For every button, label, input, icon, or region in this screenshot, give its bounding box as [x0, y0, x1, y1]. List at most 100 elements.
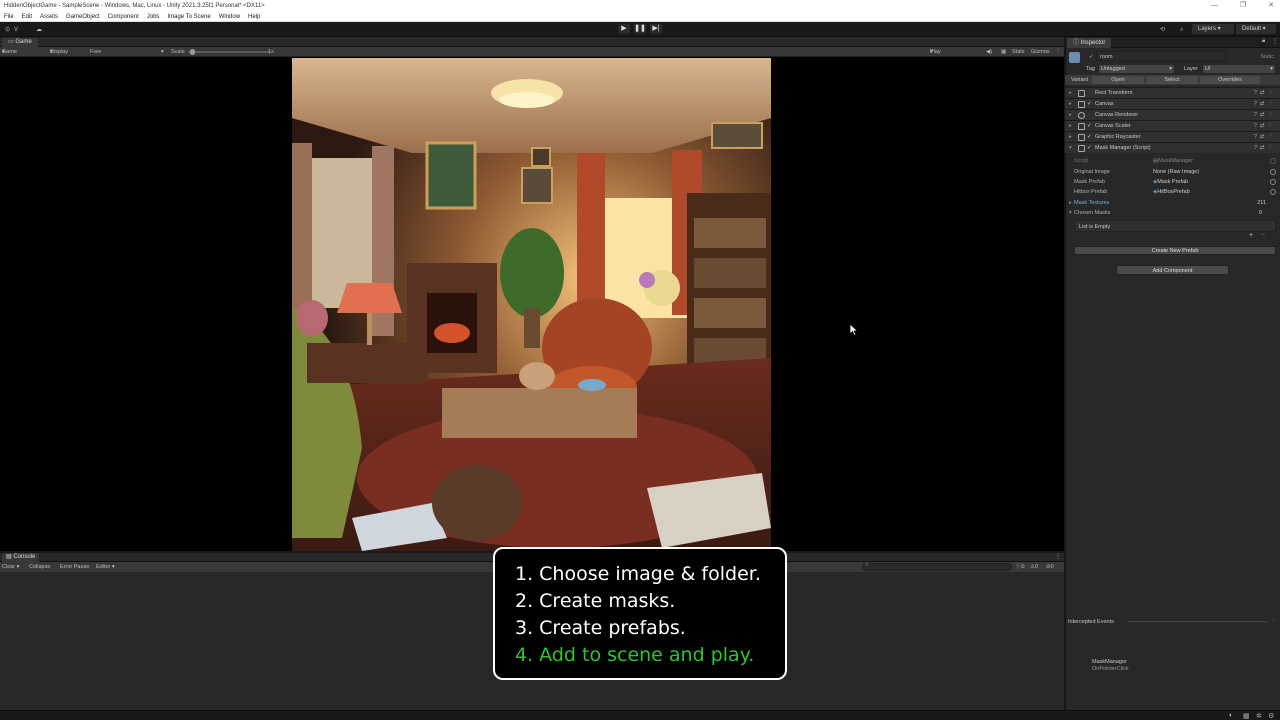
- cloud-icon[interactable]: ☁: [36, 25, 42, 35]
- menu-help[interactable]: Help: [248, 12, 260, 21]
- collapse-toggle[interactable]: Collapse: [29, 562, 50, 572]
- add-list-item-button[interactable]: +: [1249, 232, 1253, 239]
- list-empty-text: List is Empty: [1079, 224, 1111, 230]
- chosen-masks-foldout[interactable]: ▾ Chosen Masks 0: [1065, 208, 1280, 218]
- add-component-button[interactable]: Add Component: [1116, 265, 1229, 275]
- history-icon[interactable]: ⟲: [1160, 25, 1165, 35]
- chosen-masks-count[interactable]: 0: [1259, 208, 1262, 218]
- component-canvas[interactable]: ▸ ✓ Canvas ?⇄⋮: [1065, 98, 1280, 109]
- list-empty-box: List is Empty: [1074, 220, 1276, 232]
- menu-assets[interactable]: Assets: [40, 12, 58, 21]
- game-panel-menu-icon[interactable]: ⋮: [1056, 47, 1062, 57]
- menu-component[interactable]: Component: [108, 12, 139, 21]
- mask-textures-foldout[interactable]: ▸ Mask Textures 211: [1065, 198, 1280, 208]
- layout-dropdown[interactable]: Default ▾: [1236, 24, 1276, 34]
- create-new-prefab-button[interactable]: Create New Prefab: [1074, 246, 1276, 255]
- maximize-button[interactable]: ❐: [1240, 0, 1246, 12]
- account-icon[interactable]: ⊙: [5, 25, 10, 35]
- search-icon[interactable]: ⌕: [1180, 25, 1183, 35]
- menu-edit[interactable]: Edit: [22, 12, 32, 21]
- event-name: OnPointerClick: [1092, 666, 1129, 672]
- scale-slider-handle[interactable]: [190, 49, 195, 55]
- foldout-open-icon[interactable]: ▾: [1069, 143, 1072, 154]
- open-button[interactable]: Open: [1092, 76, 1144, 84]
- settings-icon[interactable]: ⚙: [1268, 712, 1274, 720]
- aspect-chevron-icon[interactable]: ▾: [161, 47, 164, 57]
- object-name-field[interactable]: room: [1096, 51, 1226, 61]
- stats-toggle-icon[interactable]: ▦: [1001, 47, 1006, 57]
- intercepted-events-header[interactable]: Intercepted Events ⋮: [1065, 617, 1280, 627]
- field-value[interactable]: ◈HitBoxPrefab: [1153, 187, 1190, 197]
- info-count-toggle[interactable]: ⓘ0: [1016, 562, 1025, 572]
- object-picker-icon[interactable]: [1270, 189, 1276, 195]
- component-actions-icon[interactable]: ?⇄⋮: [1254, 143, 1276, 154]
- prefab-variant-row: Variant Open Select Overrides: [1065, 75, 1280, 85]
- layers-dropdown[interactable]: Layers ▾: [1192, 24, 1234, 34]
- menu-icon[interactable]: ⋮: [1271, 617, 1277, 627]
- menu-gameobject[interactable]: GameObject: [66, 12, 100, 21]
- scale-slider[interactable]: [188, 51, 270, 53]
- lock-icon[interactable]: 🔒︎: [1262, 38, 1265, 45]
- progress-icon[interactable]: ◐: [1229, 712, 1233, 719]
- foldout-open-icon[interactable]: ▾: [1069, 208, 1072, 218]
- object-picker-icon[interactable]: [1270, 179, 1276, 185]
- original-image-field[interactable]: Original Image None (Raw Image): [1065, 167, 1280, 177]
- component-mask-manager[interactable]: ▾ ✓ Mask Manager (Script) ?⇄⋮: [1065, 142, 1280, 153]
- tab-game[interactable]: ▭ Game: [2, 38, 38, 47]
- component-canvas-scaler[interactable]: ▸ ✓ Canvas Scaler ?⇄⋮: [1065, 120, 1280, 131]
- layer-value: UI: [1205, 66, 1211, 72]
- enabled-checkbox[interactable]: ✓: [1087, 143, 1092, 154]
- window-title-bar: HiddenObjectGame - SampleScene - Windows…: [0, 0, 1280, 12]
- overrides-button[interactable]: Overrides: [1200, 76, 1260, 84]
- select-button[interactable]: Select: [1146, 76, 1198, 84]
- mute-audio-icon[interactable]: ◀): [986, 47, 992, 57]
- eye-icon: [1078, 112, 1085, 119]
- warning-count-toggle[interactable]: ⚠0: [1030, 562, 1038, 572]
- field-value[interactable]: ◈Mask Prefab: [1153, 177, 1188, 187]
- debug-icon[interactable]: ✲: [1256, 712, 1262, 720]
- menu-image-to-scene[interactable]: Image To Scene: [167, 12, 210, 21]
- menu-window[interactable]: Window: [219, 12, 240, 21]
- event-target: MaskManager: [1092, 659, 1127, 665]
- minimize-button[interactable]: —: [1211, 0, 1218, 12]
- tab-console[interactable]: ▤ Console: [2, 553, 40, 562]
- component-rect-transform[interactable]: ▸ Rect Transform ?⇄⋮: [1065, 87, 1280, 98]
- component-canvas-renderer[interactable]: ▸ Canvas Renderer ?⇄⋮: [1065, 109, 1280, 120]
- editor-dropdown[interactable]: Editor ▾: [96, 562, 115, 572]
- tag-dropdown[interactable]: Untagged ▾: [1099, 65, 1174, 73]
- play-focused-dropdown[interactable]: Play Focused ▾: [930, 47, 951, 65]
- remove-list-item-button[interactable]: −: [1261, 232, 1265, 239]
- stats-toggle[interactable]: Stats: [1012, 47, 1025, 57]
- mask-textures-count[interactable]: 211: [1257, 198, 1266, 208]
- active-checkbox[interactable]: ✓: [1089, 50, 1094, 64]
- field-value[interactable]: None (Raw Image): [1153, 167, 1199, 177]
- foldout-icon[interactable]: ▸: [1069, 198, 1072, 208]
- mask-prefab-field[interactable]: Mask Prefab ◈Mask Prefab: [1065, 177, 1280, 187]
- clear-button[interactable]: Clear ▾: [2, 562, 19, 572]
- menu-file[interactable]: File: [4, 12, 14, 21]
- hitbox-prefab-field[interactable]: Hitbox Prefab ◈HitBoxPrefab: [1065, 187, 1280, 197]
- menu-jobs[interactable]: Jobs: [147, 12, 160, 21]
- display-dropdown[interactable]: Display 1 ▾: [50, 47, 68, 65]
- step-2: 2. Create masks.: [515, 590, 676, 612]
- view-mode-dropdown[interactable]: Game ▾: [2, 47, 17, 57]
- step-button[interactable]: ▶|: [650, 24, 662, 34]
- static-toggle[interactable]: Static: [1260, 50, 1274, 64]
- console-menu-icon[interactable]: ⋮: [1055, 553, 1061, 560]
- layer-dropdown[interactable]: UI ▾: [1203, 65, 1275, 73]
- step-3: 3. Create prefabs.: [515, 617, 686, 639]
- object-picker-icon[interactable]: [1270, 169, 1276, 175]
- pause-button[interactable]: ❚❚: [634, 24, 646, 34]
- close-button[interactable]: ✕: [1268, 0, 1274, 12]
- account-label[interactable]: V: [14, 25, 18, 35]
- diagnostics-icon[interactable]: ▦: [1243, 712, 1250, 720]
- step-1: 1. Choose image & folder.: [515, 563, 761, 585]
- console-search-input[interactable]: ⌕: [862, 562, 1012, 571]
- tab-inspector[interactable]: ⓘ Inspector: [1067, 38, 1112, 48]
- play-button[interactable]: ▶: [618, 24, 630, 34]
- error-count-toggle[interactable]: ⊘0: [1046, 562, 1054, 572]
- gizmos-toggle[interactable]: Gizmos: [1031, 47, 1050, 57]
- error-pause-toggle[interactable]: Error Pause: [60, 562, 89, 572]
- inspector-menu-icon[interactable]: ⋮: [1272, 38, 1278, 45]
- component-graphic-raycaster[interactable]: ▸ ✓ Graphic Raycaster ?⇄⋮: [1065, 131, 1280, 142]
